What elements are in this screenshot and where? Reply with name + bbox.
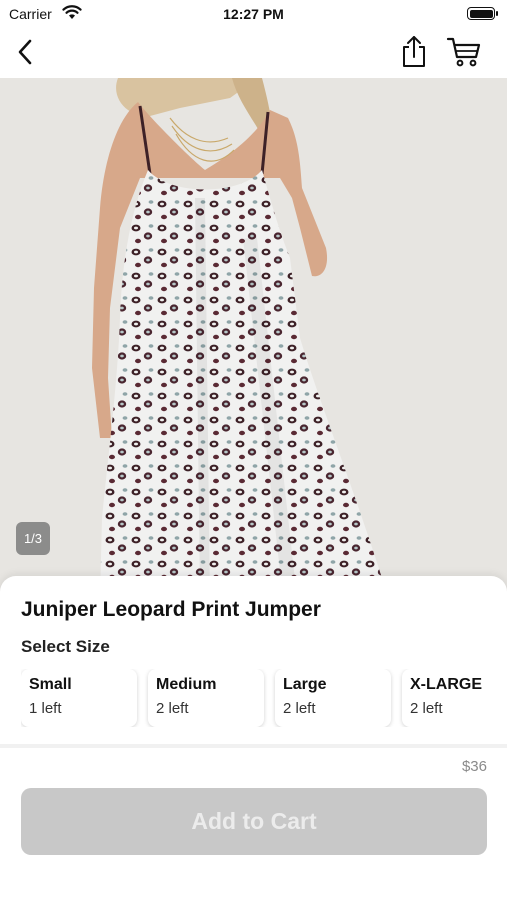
size-option-small[interactable]: Small 1 left: [21, 669, 137, 727]
product-image-gallery[interactable]: 1/3: [0, 78, 507, 598]
size-name: X-LARGE: [410, 676, 482, 693]
size-option-large[interactable]: Large 2 left: [275, 669, 391, 727]
size-stock: 2 left: [283, 700, 316, 717]
chevron-left-icon: [18, 39, 32, 65]
status-bar: Carrier 12:27 PM: [0, 0, 507, 28]
share-button[interactable]: [395, 32, 433, 72]
back-button[interactable]: [8, 34, 42, 70]
size-option-x-large[interactable]: X-LARGE 2 left: [402, 669, 507, 727]
size-stock: 2 left: [410, 700, 443, 717]
size-name: Large: [283, 676, 327, 693]
select-size-label: Select Size: [21, 637, 110, 656]
cart-icon: [446, 37, 481, 67]
battery-icon: [467, 7, 498, 20]
add-to-cart-button[interactable]: Add to Cart: [21, 788, 487, 855]
image-page-indicator: 1/3: [16, 522, 50, 555]
share-icon: [403, 36, 425, 67]
cart-button[interactable]: [442, 32, 486, 72]
divider: [0, 744, 507, 748]
size-options: Small 1 left Medium 2 left Large 2 left …: [21, 669, 507, 727]
product-detail-sheet: Juniper Leopard Print Jumper Select Size…: [0, 576, 507, 900]
status-time: 12:27 PM: [223, 6, 284, 22]
size-name: Medium: [156, 676, 217, 693]
product-price: $36: [461, 758, 487, 775]
product-photo: [0, 78, 507, 598]
size-stock: 1 left: [29, 700, 62, 717]
nav-bar: [0, 28, 507, 78]
size-option-medium[interactable]: Medium 2 left: [148, 669, 264, 727]
size-name: Small: [29, 676, 72, 693]
size-stock: 2 left: [156, 700, 189, 717]
product-title: Juniper Leopard Print Jumper: [21, 598, 321, 621]
